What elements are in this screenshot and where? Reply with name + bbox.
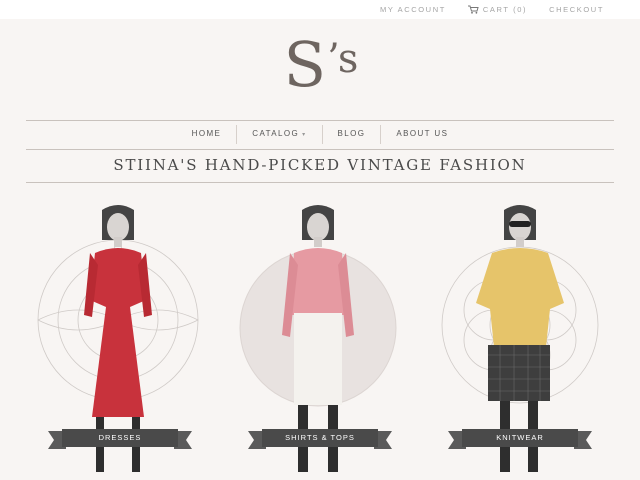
logo-letter: S bbox=[283, 28, 327, 101]
category-label: KNITWEAR bbox=[462, 429, 578, 447]
account-links: MY ACCOUNT CART (0) CHECKOUT bbox=[380, 5, 604, 14]
category-card-knitwear[interactable]: KNITWEAR bbox=[420, 185, 620, 480]
category-label: DRESSES bbox=[62, 429, 178, 447]
cart-label: CART (0) bbox=[482, 5, 528, 14]
chevron-down-icon: ▾ bbox=[302, 132, 307, 138]
nav-blog[interactable]: BLOG bbox=[321, 125, 381, 144]
top-bar: MY ACCOUNT CART (0) CHECKOUT bbox=[0, 0, 640, 19]
nav-top-rule bbox=[26, 120, 614, 121]
my-account-link[interactable]: MY ACCOUNT bbox=[380, 5, 446, 14]
category-card-shirts-tops[interactable]: SHIRTS & TOPS bbox=[220, 185, 420, 480]
checkout-link[interactable]: CHECKOUT bbox=[549, 5, 604, 14]
cart-icon bbox=[467, 5, 479, 14]
tagline-rule bbox=[26, 182, 614, 183]
nav-catalog[interactable]: CATALOG ▾ bbox=[236, 125, 321, 144]
nav-bottom-rule bbox=[26, 149, 614, 150]
site-logo[interactable]: S’s bbox=[0, 30, 640, 108]
category-ribbon: SHIRTS & TOPS bbox=[248, 429, 392, 451]
cart-link[interactable]: CART (0) bbox=[467, 5, 528, 14]
category-card-dresses[interactable]: DRESSES bbox=[20, 185, 220, 480]
logo-apostrophe-s: ’s bbox=[327, 36, 358, 82]
nav-catalog-label: CATALOG bbox=[252, 129, 300, 138]
nav-about[interactable]: ABOUT US bbox=[380, 125, 463, 144]
category-ribbon: KNITWEAR bbox=[448, 429, 592, 451]
page-tagline: STIINA'S HAND-PICKED VINTAGE FASHION bbox=[113, 156, 527, 174]
nav-home[interactable]: HOME bbox=[177, 125, 237, 144]
main-nav: HOME CATALOG ▾ BLOG ABOUT US bbox=[0, 125, 640, 144]
category-ribbon: DRESSES bbox=[48, 429, 192, 451]
category-label: SHIRTS & TOPS bbox=[262, 429, 378, 447]
